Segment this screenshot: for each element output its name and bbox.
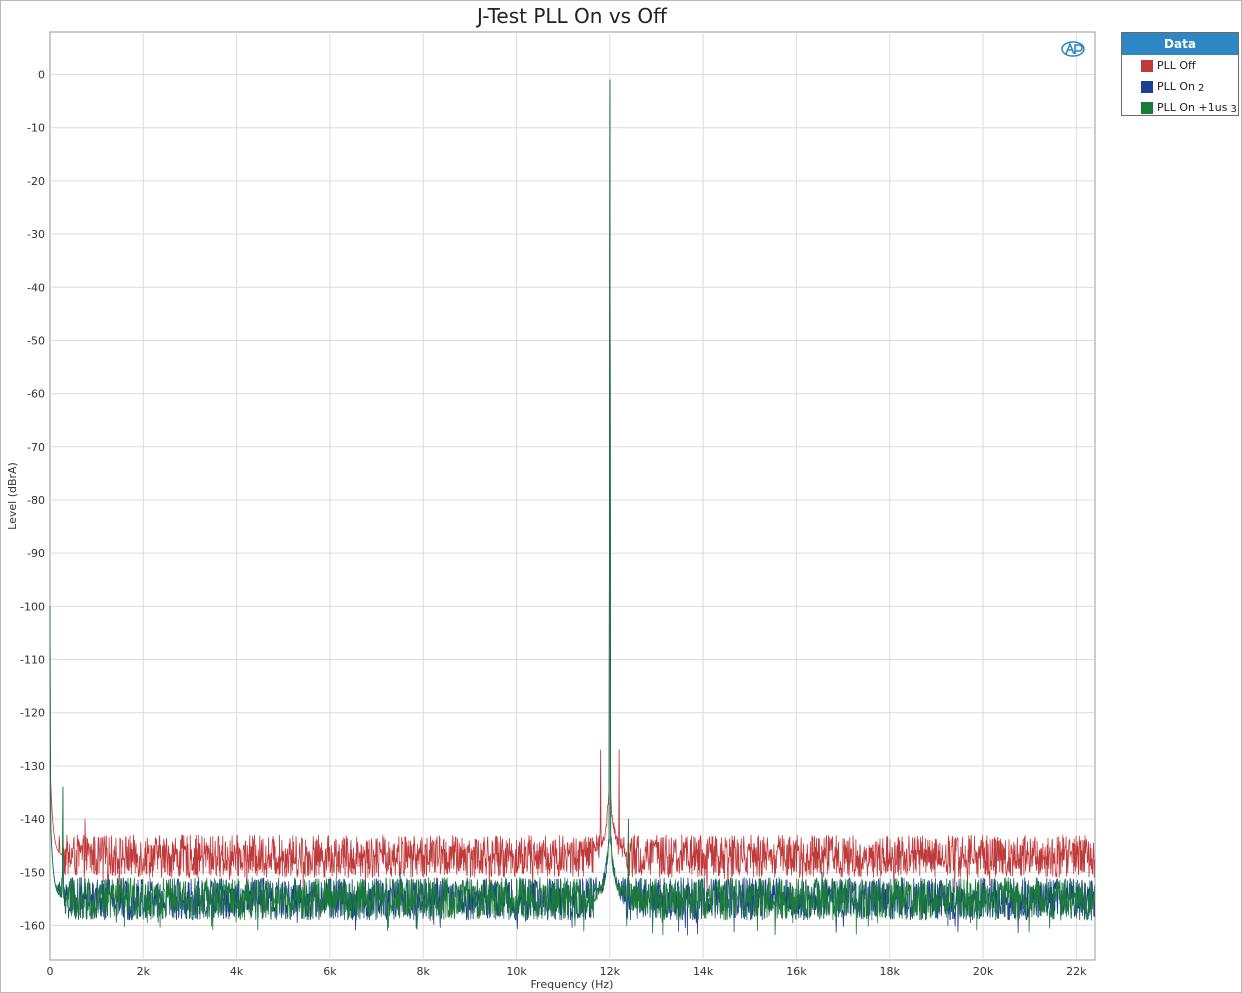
x-tick-label: 0 [47,965,54,978]
x-tick-label: 6k [323,965,337,978]
chart-window: J-Test PLL On vs Off 0 2k 4k 6k 8k 10k 12k 14k 1… [0,0,1242,993]
y-tick-label: -80 [27,494,45,507]
legend-title: Data [1122,33,1238,55]
legend-label: PLL On [1157,80,1196,93]
y-tick-label: -70 [27,441,45,454]
x-tick-label: 4k [230,965,244,978]
plot-area [49,31,1096,961]
y-tick-label: -130 [20,760,45,773]
y-tick-label: -110 [20,654,45,667]
legend-item-pll-off[interactable]: PLL Off [1122,55,1238,76]
legend-label: PLL On +1us [1157,101,1228,114]
y-tick-label: -160 [20,919,45,932]
y-tick-label: -40 [27,281,45,294]
legend-item-pll-on-1us[interactable]: PLL On +1us 3 [1122,97,1238,118]
legend-label: PLL Off [1157,59,1196,72]
x-tick-label: 22k [1066,965,1087,978]
y-tick-label: -150 [20,866,45,879]
chart-title: J-Test PLL On vs Off [475,4,668,28]
y-tick-label: -90 [27,547,45,560]
legend-swatch [1141,80,1153,93]
legend-swatch [1141,101,1153,114]
y-tick-label: -120 [20,707,45,720]
x-tick-label: 12k [600,965,621,978]
legend-item-pll-on[interactable]: PLL On 2 [1122,76,1238,97]
y-tick-label: 0 [38,69,45,82]
x-tick-label: 8k [417,965,431,978]
x-tick-label: 14k [693,965,714,978]
x-tick-label: 16k [786,965,807,978]
y-tick-label: -30 [27,228,45,241]
legend-index: 2 [1198,83,1205,94]
x-tick-label: 10k [506,965,527,978]
legend-index: 3 [1230,104,1237,115]
y-tick-label: -10 [27,122,45,135]
y-tick-label: -50 [27,334,45,347]
x-tick-label: 2k [137,965,151,978]
y-tick-label: -20 [27,175,45,188]
x-tick-label: 20k [973,965,994,978]
legend-swatch [1141,59,1153,72]
chart-svg: J-Test PLL On vs Off 0 2k 4k 6k 8k 10k 12k 14k 1… [6,4,1096,991]
y-tick-label: -60 [27,388,45,401]
y-tick-label: -100 [20,600,45,613]
y-tick-label: -140 [20,813,45,826]
y-axis-label: Level (dBrA) [6,462,19,530]
x-axis-label: Frequency (Hz) [531,978,614,991]
x-tick-label: 18k [880,965,901,978]
legend: Data PLL Off PLL On 2 PLL On +1us 3 [1121,32,1239,116]
